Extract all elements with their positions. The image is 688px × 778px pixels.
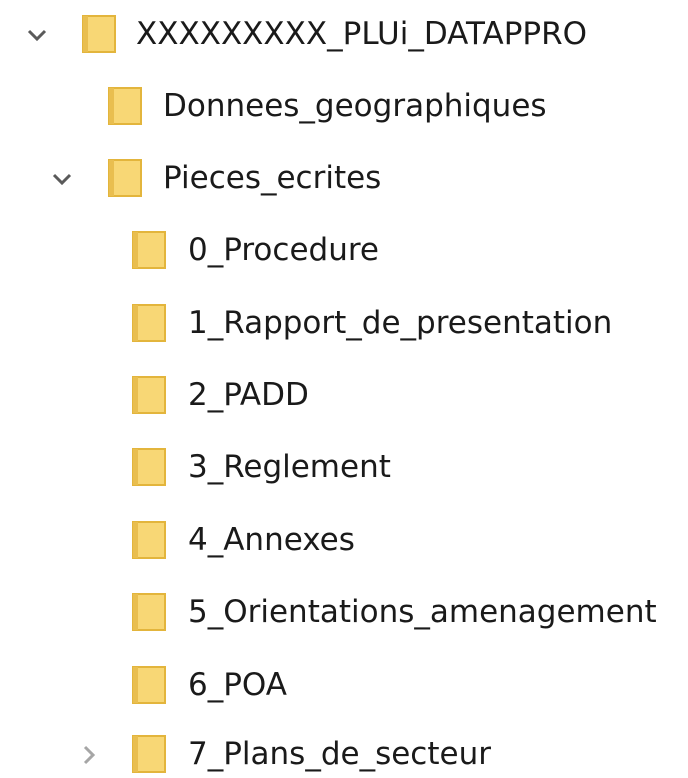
tree-item-label: 3_Reglement [188,449,391,485]
folder-icon [132,735,166,773]
tree-item-label: 7_Plans_de_secteur [188,736,491,772]
tree-item-label: 4_Annexes [188,522,355,558]
tree-item-label: 0_Procedure [188,232,379,268]
chevron-right-icon[interactable] [74,740,104,770]
tree-item-label: 5_Orientations_amenagement [188,594,657,630]
tree-item-label: 6_POA [188,667,287,703]
tree-item-5-orientations-amenagement[interactable]: 5_Orientations_amenagement [0,578,688,650]
tree-item-label: Donnees_geographiques [163,88,547,124]
folder-icon [82,15,116,53]
folder-icon [132,231,166,269]
tree-item-0-procedure[interactable]: 0_Procedure [0,216,688,288]
folder-icon [132,304,166,342]
folder-icon [108,159,142,197]
folder-icon [132,376,166,414]
tree-item-label: 1_Rapport_de_presentation [188,305,613,341]
tree-item-6-poa[interactable]: 6_POA [0,651,688,723]
tree-item-donnees-geographiques[interactable]: Donnees_geographiques [0,72,688,144]
tree-item-pieces-ecrites[interactable]: Pieces_ecrites [0,144,688,216]
tree-item-4-annexes[interactable]: 4_Annexes [0,506,688,578]
tree-item-label: Pieces_ecrites [163,160,382,196]
chevron-down-icon[interactable] [22,20,52,50]
folder-icon [132,593,166,631]
tree-item-7-plans-de-secteur[interactable]: 7_Plans_de_secteur [0,720,688,778]
tree-item-2-padd[interactable]: 2_PADD [0,361,688,433]
folder-icon [132,521,166,559]
chevron-down-icon[interactable] [47,164,77,194]
folder-icon [132,448,166,486]
tree-item-1-rapport-de-presentation[interactable]: 1_Rapport_de_presentation [0,289,688,361]
tree-item-root[interactable]: XXXXXXXXX_PLUi_DATAPPRO [0,0,688,72]
folder-icon [108,87,142,125]
tree-item-3-reglement[interactable]: 3_Reglement [0,433,688,505]
tree-item-label: 2_PADD [188,377,309,413]
tree-item-label: XXXXXXXXX_PLUi_DATAPPRO [136,16,588,52]
folder-icon [132,666,166,704]
folder-tree: XXXXXXXXX_PLUi_DATAPPRO Donnees_geograph… [0,0,688,778]
